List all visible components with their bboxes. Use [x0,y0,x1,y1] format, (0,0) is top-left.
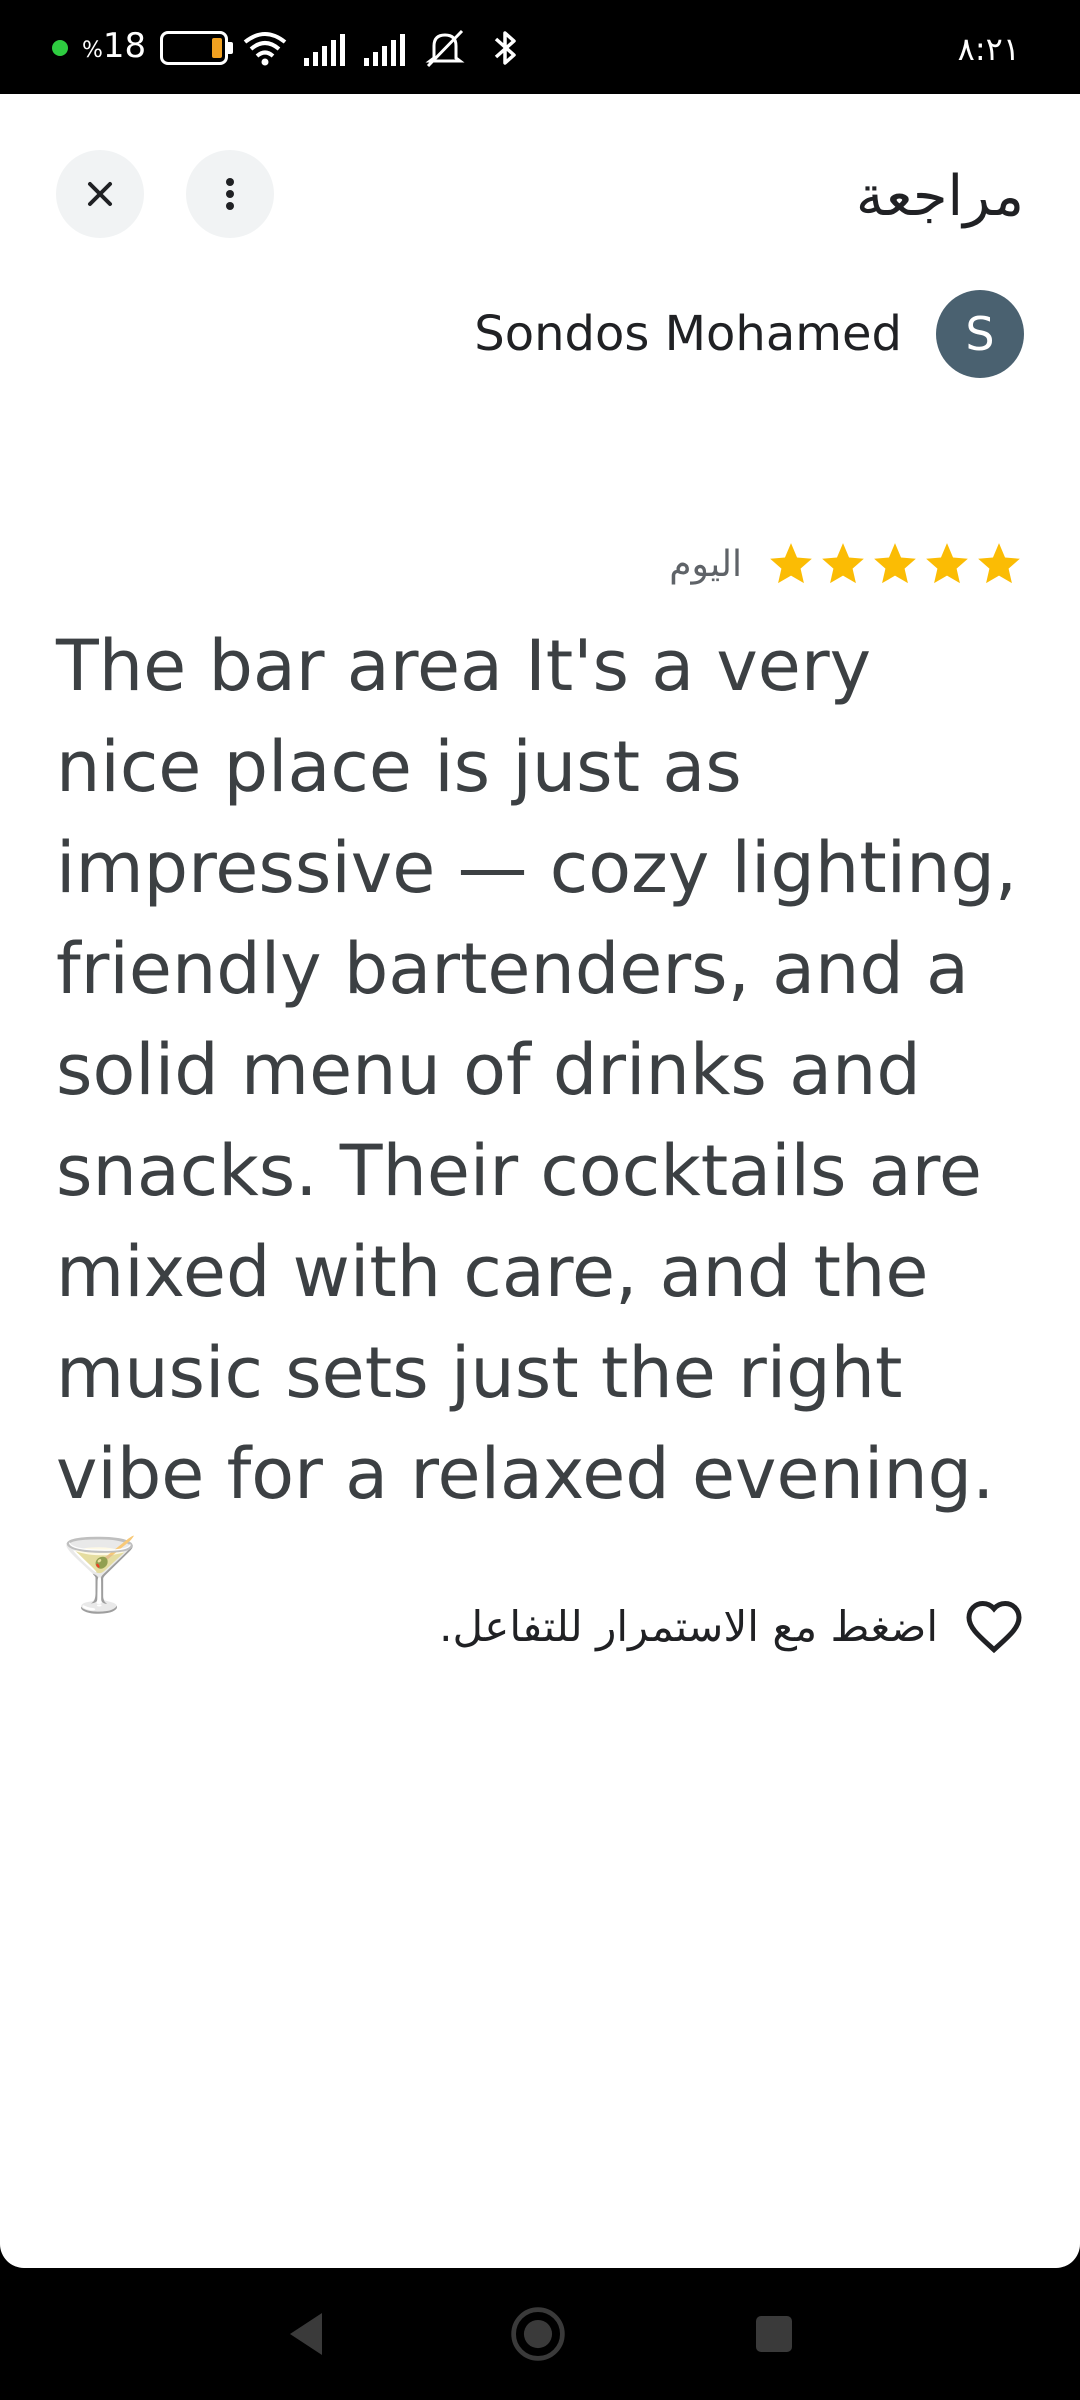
status-icons: %18 [52,26,528,70]
wifi-icon [243,32,287,66]
close-button[interactable] [56,150,144,238]
back-button[interactable] [276,2304,336,2364]
status-bar: %18 ٨:٢١ [0,0,1080,94]
reviewer-name[interactable]: Sondos Mohamed [474,306,902,362]
reviewer-profile[interactable]: Sondos Mohamed S [474,290,1024,378]
bluetooth-icon [495,31,516,65]
battery-icon [160,31,234,65]
heart-outline-icon [966,1600,1022,1654]
star-icon [978,543,1020,584]
bell-off-icon [425,29,465,68]
battery-percentage: %18 [82,25,147,66]
more-vertical-icon [226,178,234,210]
home-icon [511,2307,565,2361]
back-icon [290,2313,322,2355]
page-title: مراجعة [855,164,1024,229]
signal-icon [304,34,346,66]
clock: ٨:٢١ [957,30,1020,68]
star-rating [766,539,1024,589]
react-label: اضغط مع الاستمرار للتفاعل. [439,1601,938,1651]
star-icon [874,543,916,584]
review-text: The bar area It's a very nice place is j… [56,625,1018,1616]
home-button[interactable] [508,2304,568,2364]
more-options-button[interactable] [186,150,274,238]
notification-dot [52,40,68,56]
react-button[interactable]: اضغط مع الاستمرار للتفاعل. [439,1594,1024,1658]
close-icon [88,182,112,206]
signal-icon [364,34,406,66]
rating-row: اليوم [669,536,1024,592]
review-date: اليوم [669,543,742,585]
star-icon [770,543,812,584]
star-icon [926,543,968,584]
navigation-bar [0,2268,1080,2400]
recents-button[interactable] [744,2304,804,2364]
avatar[interactable]: S [936,290,1024,378]
review-sheet: مراجعة Sondos Mohamed S اليوم The bar ar… [0,94,1080,2268]
recents-icon [756,2316,792,2352]
star-icon [822,543,864,584]
